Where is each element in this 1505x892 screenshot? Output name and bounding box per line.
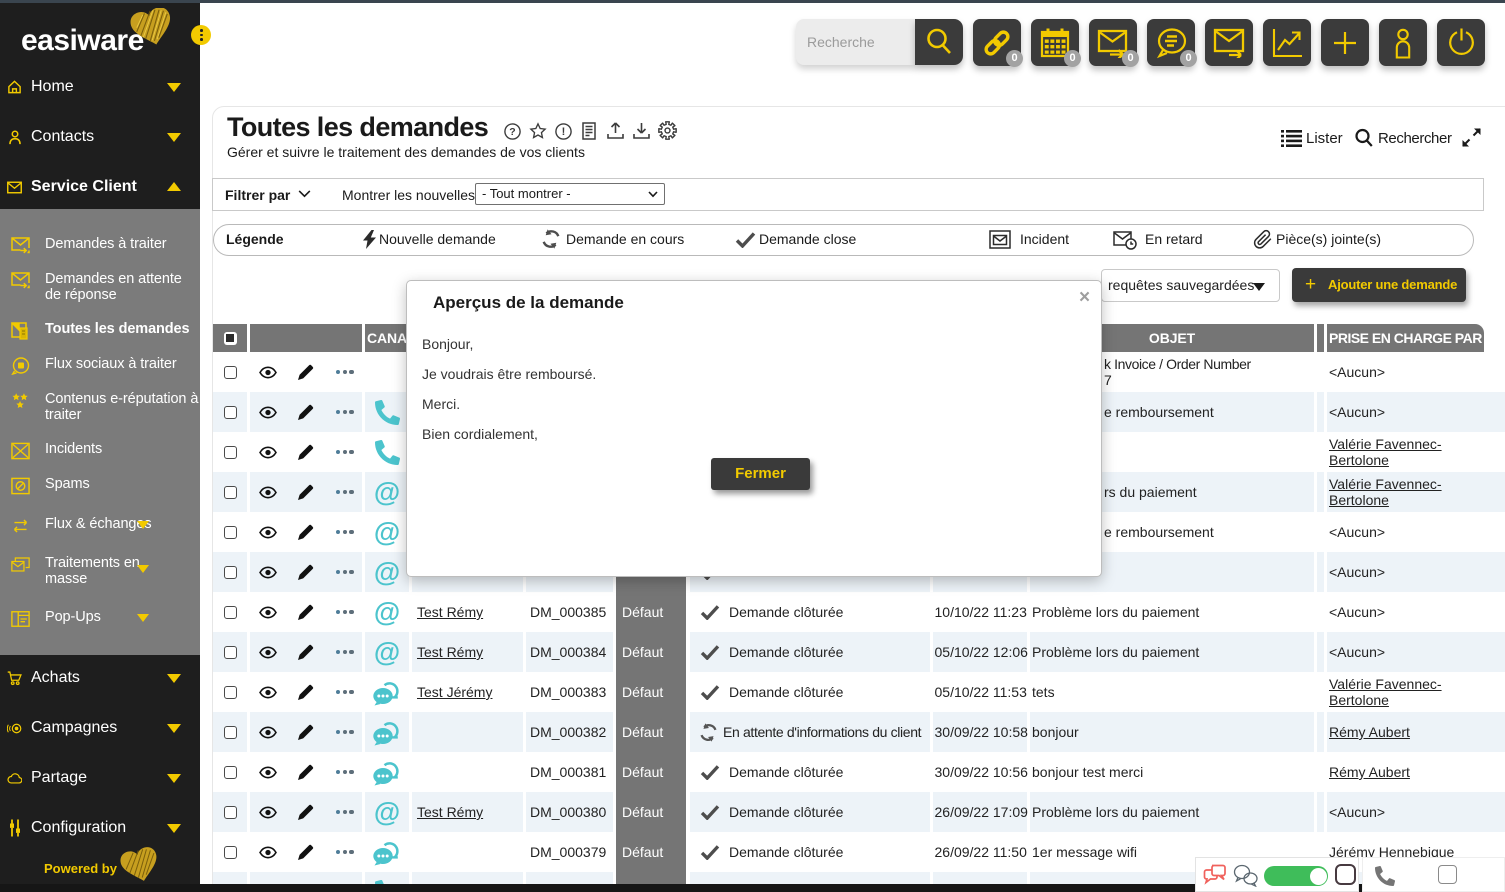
svg-text:!: ! [562, 126, 566, 138]
svg-text:?: ? [509, 126, 515, 138]
